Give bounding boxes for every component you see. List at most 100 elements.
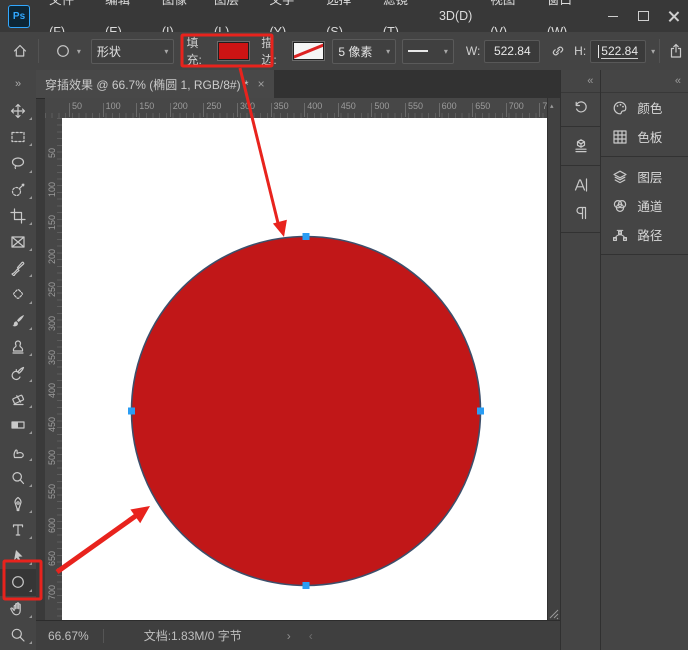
tool-brush[interactable] [0,308,36,334]
h-ruler-label: 450 [338,101,356,111]
layers-icon [612,169,628,185]
tool-pen[interactable] [0,491,36,517]
tools-panel: » [0,70,37,650]
subtool-indicator [29,641,32,644]
minimize-button[interactable] [598,0,628,32]
panel-tab-layers[interactable]: 图层 [601,162,688,191]
tool-quick-select[interactable] [0,177,36,203]
divider [601,254,688,255]
tool-ellipse[interactable] [0,569,36,595]
zoom-level-field[interactable]: 66.67% [48,629,104,643]
swatches-icon [612,129,628,145]
tool-mode-value: 形状 [97,43,121,60]
subtool-indicator [29,301,32,304]
divider [561,165,600,166]
document-tab-bar: 穿插效果 @ 66.7% (椭圆 1, RGB/8#) * × [36,70,560,99]
subtool-indicator [29,615,32,618]
tool-healing-brush[interactable] [0,281,36,307]
panel-tab-label: 通道 [637,196,662,215]
h-ruler-label: 700 [506,101,524,111]
close-button[interactable] [658,0,688,32]
panel-tab-label: 色板 [637,127,662,146]
home-icon[interactable] [8,39,32,63]
tool-rect-marquee[interactable] [0,124,36,150]
panel-tab-channels[interactable]: 通道 [601,191,688,220]
toolbar-expand-button[interactable]: » [0,70,36,98]
h-ruler-label: 600 [439,101,457,111]
document-tab[interactable]: 穿插效果 @ 66.7% (椭圆 1, RGB/8#) * × [36,70,274,98]
chevron-down-icon: ▾ [386,47,390,56]
panel-tab-swatches[interactable]: 色板 [601,122,688,151]
eraser-icon [10,391,26,407]
resize-grip-icon[interactable] [548,607,560,621]
tool-hand[interactable] [0,596,36,622]
history-brush-icon [10,365,26,381]
photoshop-window: Ps 文件(F)编辑(E)图像(I)图层(L)文字(Y)选择(S)滤镜(T)3D… [0,0,688,650]
frame-icon [10,234,26,250]
v-ruler-label: 550 [47,484,57,499]
minimize-icon [608,16,618,17]
tool-smudge[interactable] [0,438,36,464]
panel-tab-label: 路径 [637,225,662,244]
tool-clone-stamp[interactable] [0,334,36,360]
tool-lasso[interactable] [0,150,36,176]
chevron-down-icon[interactable]: ▾ [651,47,655,56]
collapse-panel-button[interactable]: « [561,70,600,93]
panel-tab-label: 图层 [637,167,662,186]
tool-mode-dropdown[interactable]: 形状 ▾ [91,39,175,64]
subtool-indicator [29,143,32,146]
collapse-panel-button[interactable]: « [601,70,688,93]
document-window: 穿插效果 @ 66.7% (椭圆 1, RGB/8#) * × 50100150… [36,70,560,650]
move-icon [10,103,26,119]
shape-width-field[interactable]: 522.84 [484,40,540,63]
pen-icon [10,496,26,512]
panel-tab-paths[interactable]: 路径 [601,220,688,249]
ellipse-shape[interactable] [132,237,481,586]
panel-icon-paragraph[interactable] [561,199,600,227]
divider [601,156,688,157]
stroke-width-dropdown[interactable]: 5 像素 ▾ [332,39,396,64]
tool-eyedropper[interactable] [0,255,36,281]
tool-eraser[interactable] [0,386,36,412]
tool-history-brush[interactable] [0,360,36,386]
panel-tab-color[interactable]: 颜色 [601,93,688,122]
link-dimensions-icon[interactable] [546,39,570,63]
tool-move[interactable] [0,98,36,124]
v-ruler-label: 650 [47,551,57,566]
panel-icon-character[interactable] [561,171,600,199]
tool-frame[interactable] [0,229,36,255]
panel-icon-libraries[interactable] [561,132,600,160]
text-cursor [598,45,599,58]
stroke-color-swatch[interactable] [293,42,325,60]
fill-color-swatch[interactable] [218,42,250,60]
shape-height-field[interactable]: 522.84 [590,40,646,63]
export-icon[interactable] [664,39,688,63]
tool-type[interactable] [0,517,36,543]
panel-icon-history[interactable] [561,93,600,121]
tool-path-select[interactable] [0,543,36,569]
v-ruler-label: 50 [47,148,57,158]
tool-crop[interactable] [0,203,36,229]
tool-gradient[interactable] [0,412,36,438]
gradient-icon [10,417,26,433]
document-tab-title: 穿插效果 @ 66.7% (椭圆 1, RGB/8#) * [45,76,249,93]
tool-options-bar: ▾ 形状 ▾ 填充: 描边: 5 像素 ▾ ▾ W: 522.84 H: 522… [0,32,688,71]
canvas[interactable] [62,118,548,621]
subtool-indicator [29,196,32,199]
divider [561,126,600,127]
menu-3d[interactable]: 3D(D) [430,0,481,32]
tool-dodge[interactable] [0,465,36,491]
vertical-scrollbar[interactable]: ▴ [547,98,560,621]
panel-tabs: 颜色色板图层通道路径 [601,93,688,260]
maximize-button[interactable] [628,0,658,32]
status-chevron-left-icon[interactable]: ‹ [309,629,313,643]
current-tool-preview[interactable]: ▾ [51,39,81,63]
libraries-icon [573,138,589,154]
stroke-type-dropdown[interactable]: ▾ [402,39,454,64]
tool-zoom[interactable] [0,622,36,648]
window-controls [598,0,688,32]
status-chevron-right-icon[interactable]: › [287,629,291,643]
subtool-indicator [29,431,32,434]
toolbar-tools [0,98,36,648]
tab-close-icon[interactable]: × [258,77,265,91]
